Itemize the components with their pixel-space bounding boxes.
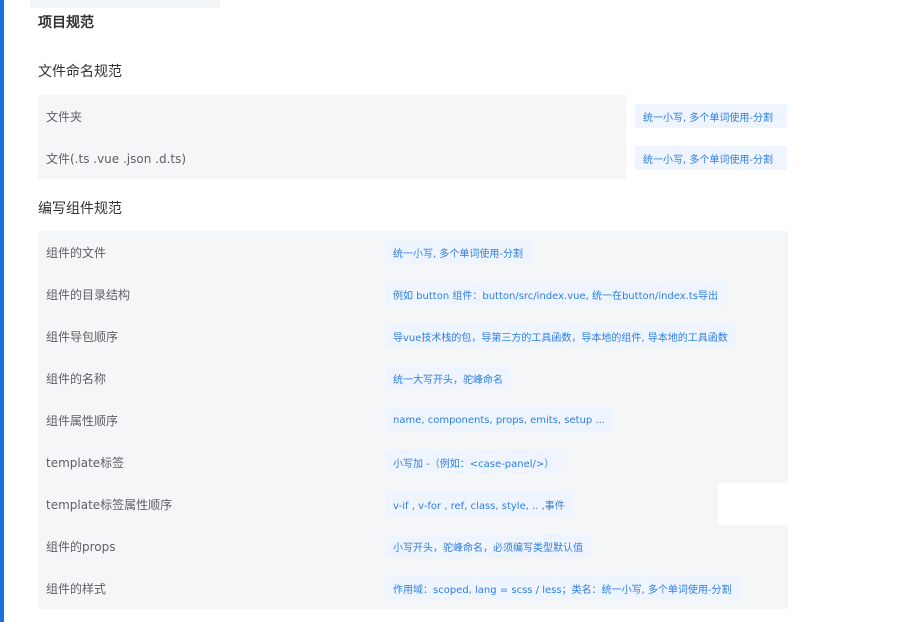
row-value-tag: 小写开头，驼峰命名，必须编写类型默认值 (385, 534, 591, 558)
left-accent-bar (0, 0, 4, 622)
row-value-tag: 小写加 -（例如：<case-panel/>） (385, 450, 563, 474)
section-title-file-naming: 文件命名规范 (38, 64, 122, 80)
app-frame: 项目规范 文件命名规范 文件夹 统一小写, 多个单词使用-分割 文件(.ts .… (0, 0, 898, 622)
row-value-tag: 统一小写, 多个单词使用-分割 (635, 104, 787, 128)
row-value-tag: 统一小写, 多个单词使用-分割 (385, 240, 531, 264)
row-value-tag: 导vue技术栈的包，导第三方的工具函数，导本地的组件, 导本地的工具函数 (385, 324, 736, 348)
page-title: 项目规范 (38, 15, 94, 31)
row-value-tag: 例如 button 组件：button/src/index.vue, 统一在bu… (385, 282, 726, 306)
row-label: template标签属性顺序 (38, 483, 718, 525)
row-value-tag: name, components, props, emits, setup ..… (385, 408, 613, 432)
top-shadow (30, 0, 220, 8)
row-value-tag: v-if , v-for , ref, class, style, .. ,事件 (385, 492, 573, 516)
row-label: 文件(.ts .vue .json .d.ts) (38, 137, 626, 179)
row-value-tag: 统一小写, 多个单词使用-分割 (635, 146, 787, 170)
row-value-tag: 作用域：scoped, lang = scss / less；类名：统一小写, … (385, 576, 740, 600)
section-title-component: 编写组件规范 (38, 201, 122, 217)
row-value-tag: 统一大写开头，驼峰命名 (385, 366, 511, 390)
row-label: 文件夹 (38, 95, 626, 137)
